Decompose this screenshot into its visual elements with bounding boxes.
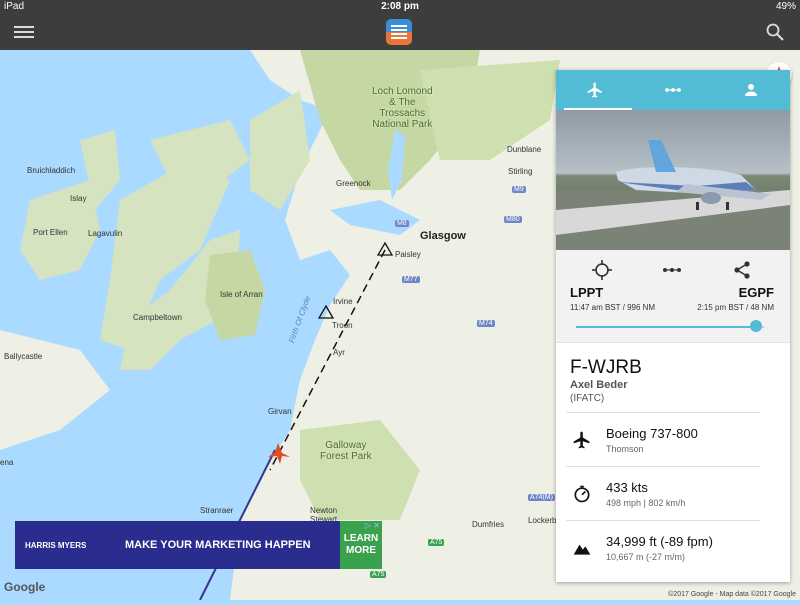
search-icon[interactable]: [766, 23, 784, 41]
place-bruichladdich: Bruichladdich: [27, 166, 76, 175]
pilot-network: (IFATC): [570, 393, 605, 404]
origin-time: 11:47 am BST / 996 NM: [570, 303, 656, 312]
place-troon: Troon: [332, 321, 353, 330]
altitude-feet: 34,999 ft (-89 fpm): [606, 534, 713, 549]
road-label: M74: [477, 320, 495, 327]
altitude-meters: 10,667 m (-27 m/m): [606, 552, 686, 562]
place-paisley: Paisley: [395, 250, 421, 259]
place-irvine: Irvine: [333, 297, 353, 306]
altitude-row: 34,999 ft (-89 fpm) 10,667 m (-27 m/m): [556, 520, 790, 574]
tab-route[interactable]: [634, 70, 712, 110]
airplane-icon: [573, 431, 590, 449]
ad-banner[interactable]: HARRIS MYERS MAKE YOUR MARKETING HAPPEN …: [15, 521, 382, 569]
place-lockerbie: Lockerbi: [528, 516, 559, 525]
place-isle-of-arran: Isle of Arran: [220, 290, 263, 299]
place-glasgow: Glasgow: [420, 230, 466, 242]
route-progress-knob[interactable]: [750, 320, 763, 332]
destination-code: EGPF: [738, 285, 774, 300]
place-campbeltown: Campbeltown: [133, 313, 182, 322]
locate-icon[interactable]: [592, 260, 612, 280]
origin-code: LPPT: [570, 285, 604, 300]
status-bar: iPad 2:08 pm 49%: [0, 0, 800, 14]
road-label: M77: [402, 276, 420, 283]
road-label: A75: [428, 539, 445, 546]
place-port-ellen: Port Ellen: [33, 228, 68, 237]
place-greenock: Greenock: [336, 179, 371, 188]
aircraft-photo-image: [556, 140, 790, 250]
status-time: 2:08 pm: [381, 1, 419, 12]
park-label-loch-lomond: Loch Lomond & The Trossachs National Park: [372, 86, 433, 130]
place-lagavulin: Lagavulin: [88, 229, 123, 238]
place-ena: ena: [0, 458, 14, 467]
park-label-galloway: Galloway Forest Park: [320, 440, 372, 462]
ad-close-button[interactable]: ▷ ✕: [365, 521, 380, 530]
ad-message: MAKE YOUR MARKETING HAPPEN: [125, 539, 311, 551]
tab-pilot[interactable]: [712, 70, 790, 110]
route-progress-fill: [576, 326, 757, 328]
airline: Thomson: [606, 444, 644, 454]
aircraft-type: Boeing 737-800: [606, 426, 698, 441]
road-label: M9: [512, 186, 526, 193]
speed-converted: 498 mph | 802 km/h: [606, 498, 686, 508]
battery-level: 49%: [775, 1, 796, 12]
route-section: LPPT EGPF 11:47 am BST / 996 NM 2:15 pm …: [556, 250, 790, 343]
place-dumfries: Dumfries: [472, 520, 505, 529]
place-ballycastle: Ballycastle: [4, 352, 43, 361]
destination-time: 2:15 pm BST / 48 NM: [697, 303, 774, 312]
place-stranraer: Stranraer: [200, 506, 234, 515]
hamburger-icon[interactable]: [14, 23, 34, 41]
share-icon[interactable]: [732, 260, 752, 280]
altitude-icon: [573, 544, 591, 555]
road-label: A74(M): [528, 494, 555, 501]
flight-info-panel: LPPT EGPF 11:47 am BST / 996 NM 2:15 pm …: [556, 70, 790, 582]
person-icon: [745, 84, 757, 96]
speed-row: 433 kts 498 mph | 802 km/h: [556, 466, 790, 520]
place-dunblane: Dunblane: [507, 145, 542, 154]
route-icon[interactable]: [662, 260, 682, 280]
aircraft-row: Boeing 737-800 Thomson: [556, 412, 790, 466]
app-bar: [0, 14, 800, 50]
road-label: M80: [504, 216, 522, 223]
airplane-icon: [587, 82, 602, 98]
speed-icon: [574, 485, 590, 503]
road-label: M8: [395, 220, 409, 227]
speed-knots: 433 kts: [606, 480, 648, 495]
aircraft-photo: [556, 110, 790, 250]
map-copyright: ©2017 Google - Map data ©2017 Google: [668, 591, 796, 598]
place-girvan: Girvan: [268, 407, 292, 416]
ad-brand: HARRIS MYERS: [25, 540, 87, 550]
tab-flight[interactable]: [556, 70, 634, 110]
app-logo-icon[interactable]: [386, 19, 412, 45]
route-icon: [665, 88, 681, 92]
flight-registration: F-WJRB: [570, 357, 642, 378]
panel-tabs: [556, 70, 790, 110]
road-label: A75: [370, 571, 387, 578]
place-stirling: Stirling: [508, 167, 533, 176]
route-progress-bar: [576, 320, 764, 332]
place-ayr: Ayr: [333, 348, 345, 357]
pilot-name: Axel Beder: [570, 379, 628, 391]
place-islay: Islay: [70, 194, 87, 203]
google-logo: Google: [4, 580, 46, 594]
